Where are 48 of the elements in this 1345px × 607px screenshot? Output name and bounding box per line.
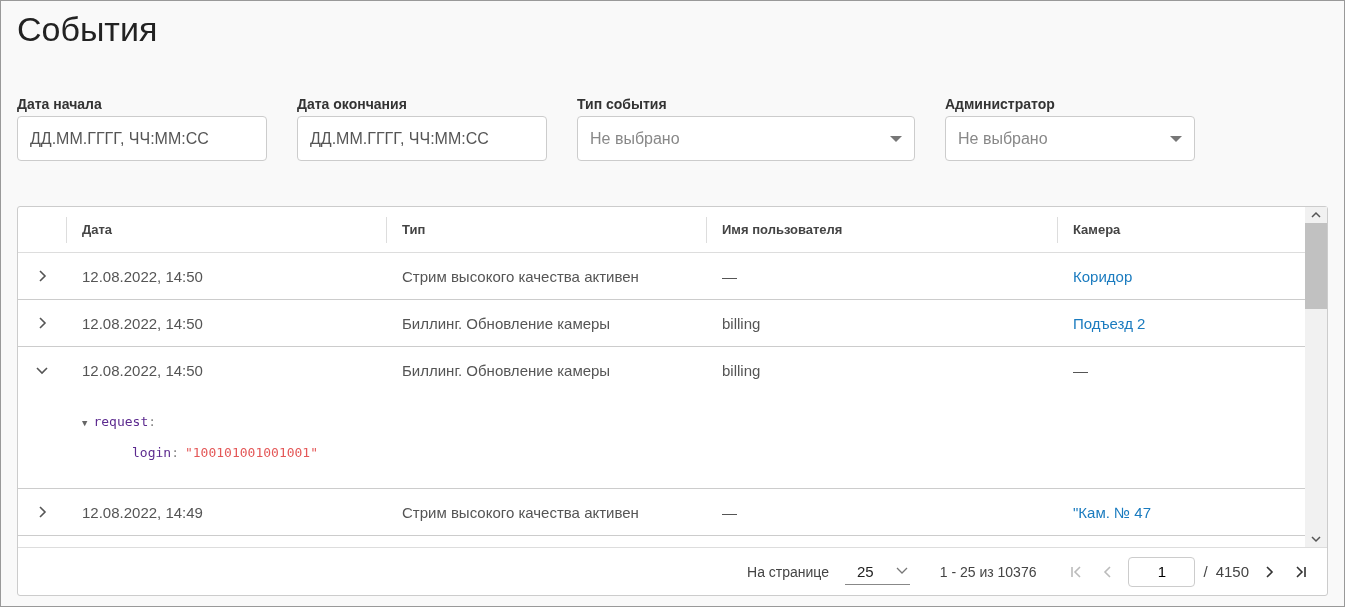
user-cell: billing (722, 314, 761, 332)
json-key: login (132, 445, 172, 460)
last-page-icon (1293, 563, 1309, 580)
date-cell: 12.08.2022, 14:49 (82, 503, 203, 521)
type-cell: Стрим высокого качества активен (402, 267, 639, 285)
filter-label: Дата начала (17, 96, 103, 112)
dropdown-caret-icon (890, 135, 902, 142)
range-text: 1 - 25 из 10376 (939, 563, 1037, 580)
scrollbar-thumb[interactable] (1305, 223, 1327, 309)
user-cell: — (722, 503, 737, 521)
json-colon: : (148, 414, 157, 429)
column-header[interactable]: Дата (66, 216, 386, 243)
per-page-select[interactable]: 25 (845, 558, 910, 585)
json-key: request (93, 414, 149, 429)
page-separator: / (1203, 563, 1208, 580)
user-cell: — (722, 267, 737, 285)
dropdown-caret-icon (1170, 135, 1182, 142)
type-cell: Биллинг. Обновление камеры (402, 361, 611, 379)
date-input-field[interactable]: ДД.ММ.ГГГГ, ЧЧ:ММ:СС (17, 116, 267, 161)
camera-link[interactable]: "Кам. № 47 (1073, 503, 1151, 521)
page-input-field[interactable]: 1 (1128, 556, 1196, 587)
select-dropdown[interactable]: Не выбрано (577, 116, 915, 161)
filter-label: Администратор (945, 96, 1056, 112)
filter-label: Тип события (577, 96, 668, 112)
user-cell: billing (722, 361, 761, 379)
camera-link[interactable]: Подъезд 2 (1073, 314, 1146, 332)
scroll-down-icon[interactable] (1311, 535, 1321, 543)
filter-label: Дата окончания (297, 96, 408, 112)
date-cell: 12.08.2022, 14:50 (82, 314, 203, 332)
column-header[interactable]: Имя пользователя (706, 216, 1057, 243)
total-pages: 4150 (1215, 563, 1249, 580)
select-dropdown[interactable]: Не выбрано (945, 116, 1195, 161)
collapse-triangle-icon[interactable]: ▼ (82, 418, 88, 428)
camera-cell: — (1073, 361, 1088, 379)
json-value: "100101001001001" (184, 445, 319, 460)
type-cell: Биллинг. Обновление камеры (402, 314, 611, 332)
date-cell: 12.08.2022, 14:50 (82, 267, 203, 285)
chevron-down-icon (895, 567, 908, 575)
scroll-up-icon[interactable] (1311, 211, 1321, 219)
date-input-field[interactable]: ДД.ММ.ГГГГ, ЧЧ:ММ:СС (297, 116, 547, 161)
date-cell: 12.08.2022, 14:50 (82, 361, 203, 379)
camera-link[interactable]: Коридор (1073, 267, 1133, 285)
json-colon: : (171, 445, 179, 460)
scrollbar[interactable] (1305, 207, 1327, 547)
page-title: События (17, 9, 159, 49)
per-page-label: На странице (747, 563, 829, 580)
column-header[interactable]: Тип (386, 216, 706, 243)
type-cell: Стрим высокого качества активен (402, 503, 639, 521)
